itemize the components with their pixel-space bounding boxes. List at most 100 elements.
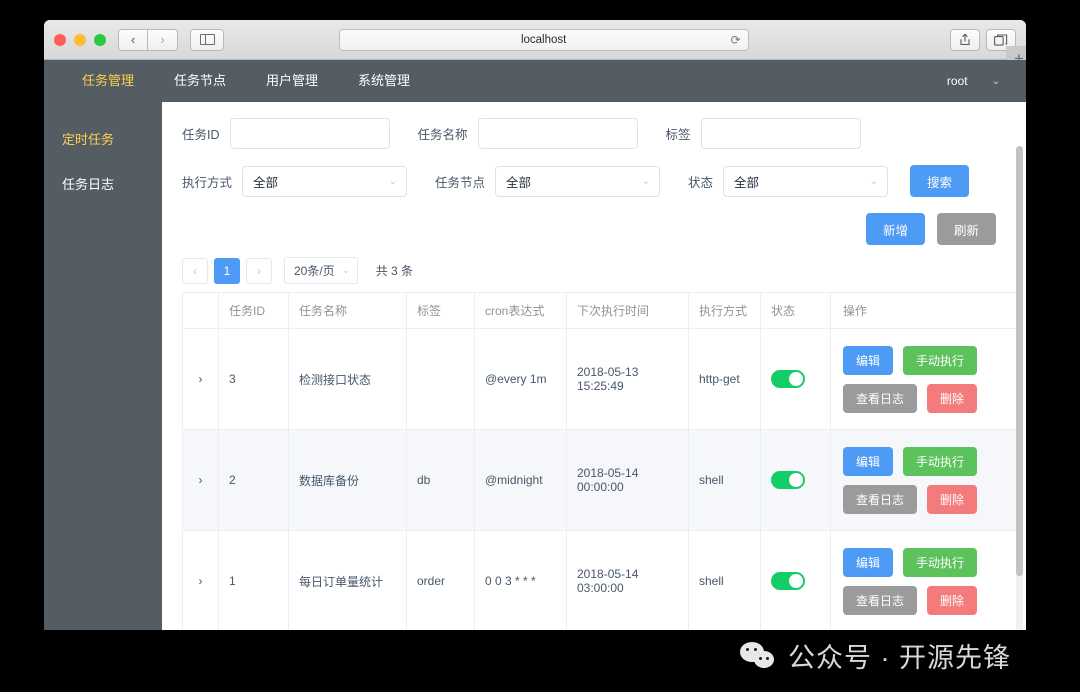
- cell-tag: db: [407, 430, 475, 530]
- cell-task-id: 2: [219, 430, 289, 530]
- window-controls: [54, 33, 106, 46]
- watermark: 公众号 · 开源先锋: [740, 636, 1011, 675]
- chevron-down-icon: ⌄: [342, 265, 350, 275]
- column-header-next-time: 下次执行时间: [567, 293, 689, 328]
- edit-button[interactable]: 编辑: [843, 547, 894, 577]
- add-button[interactable]: 新增: [865, 213, 925, 245]
- app-body: 定时任务 任务日志 任务ID 任务名称 标签 执行方式 全部 ⌄ 任务节点 全部…: [44, 102, 1026, 630]
- delete-button[interactable]: 删除: [927, 484, 978, 514]
- browser-titlebar: ‹ › localhost ⟳ +: [44, 20, 1026, 72]
- field-tag: 标签: [666, 118, 861, 149]
- search-input-task-name[interactable]: [477, 118, 638, 149]
- expand-row-icon[interactable]: ›: [183, 531, 219, 630]
- maximize-window-button[interactable]: [94, 33, 106, 46]
- search-input-task-id[interactable]: [229, 118, 390, 149]
- filter-row-selects: 执行方式 全部 ⌄ 任务节点 全部 ⌄ 状态 全部 ⌄ 搜索: [182, 165, 1006, 197]
- table-row[interactable]: › 1 每日订单量统计 order 0 0 3 * * * 2018-05-14…: [183, 531, 1021, 630]
- field-exec-mode: 执行方式 全部 ⌄: [182, 165, 408, 197]
- column-header-task-id: 任务ID: [219, 293, 289, 328]
- cell-next-time: 2018-05-14 00:00:00: [567, 430, 689, 530]
- cell-cron: @every 1m: [475, 329, 567, 429]
- select-exec-mode-value: 全部: [253, 175, 279, 190]
- nav-item-system-management[interactable]: 系统管理: [338, 60, 430, 102]
- nav-item-user-management[interactable]: 用户管理: [246, 60, 338, 102]
- user-menu[interactable]: root ⌄: [947, 74, 1026, 88]
- sidebar-item-task-logs[interactable]: 任务日志: [44, 161, 162, 206]
- delete-button[interactable]: 删除: [927, 585, 978, 615]
- refresh-button[interactable]: 刷新: [936, 213, 996, 245]
- delete-button[interactable]: 删除: [927, 383, 978, 413]
- sidebar-item-scheduled-tasks[interactable]: 定时任务: [44, 116, 162, 161]
- table-row[interactable]: › 2 数据库备份 db @midnight 2018-05-14 00:00:…: [183, 430, 1021, 531]
- chevron-down-icon: ⌄: [388, 175, 398, 187]
- expand-row-icon[interactable]: ›: [183, 430, 219, 530]
- label-status: 状态: [688, 175, 714, 190]
- label-task-id: 任务ID: [182, 128, 220, 142]
- cell-operations: 编辑 手动执行 查看日志 删除: [831, 531, 1021, 630]
- cell-task-name: 检测接口状态: [289, 329, 407, 429]
- status-toggle[interactable]: [771, 572, 805, 590]
- address-bar[interactable]: localhost ⟳: [338, 28, 749, 51]
- watermark-text: 公众号 · 开源先锋: [788, 643, 1011, 673]
- address-bar-text: localhost: [520, 33, 567, 46]
- view-log-button[interactable]: 查看日志: [843, 383, 918, 413]
- cell-next-time: 2018-05-14 03:00:00: [567, 531, 689, 630]
- select-exec-mode[interactable]: 全部 ⌄: [242, 165, 408, 197]
- page-size-select[interactable]: 20条/页 ⌄: [284, 257, 358, 284]
- close-window-button[interactable]: [54, 33, 66, 46]
- nav-item-task-node[interactable]: 任务节点: [154, 60, 246, 102]
- view-log-button[interactable]: 查看日志: [843, 484, 918, 514]
- column-header-expand: [183, 293, 219, 328]
- share-icon[interactable]: [949, 28, 980, 51]
- table-row[interactable]: › 3 检测接口状态 @every 1m 2018-05-13 15:25:49…: [183, 329, 1021, 430]
- cell-tag: order: [407, 531, 475, 630]
- chevron-down-icon: ⌄: [869, 175, 879, 187]
- cell-status: [761, 531, 831, 630]
- scrollbar-thumb[interactable]: [1016, 146, 1023, 576]
- label-task-name: 任务名称: [417, 128, 468, 142]
- view-log-button[interactable]: 查看日志: [843, 585, 918, 615]
- user-name-label: root: [946, 74, 968, 88]
- search-button[interactable]: 搜索: [910, 165, 970, 197]
- chevron-down-icon: ⌄: [641, 175, 651, 187]
- pagination-next-button[interactable]: ›: [246, 257, 272, 284]
- top-navigation: 任务管理 任务节点 用户管理 系统管理 root ⌄: [44, 60, 1026, 102]
- pagination: ‹ 1 › 20条/页 ⌄ 共 3 条: [182, 257, 1006, 284]
- forward-icon[interactable]: ›: [148, 28, 178, 51]
- manual-execute-button[interactable]: 手动执行: [903, 547, 978, 577]
- cell-tag: [407, 329, 475, 429]
- main-content: 任务ID 任务名称 标签 执行方式 全部 ⌄ 任务节点 全部 ⌄ 状态 全部 ⌄…: [162, 102, 1026, 630]
- column-header-tag: 标签: [407, 293, 475, 328]
- back-icon[interactable]: ‹: [118, 28, 148, 51]
- field-task-name: 任务名称: [418, 118, 638, 149]
- select-task-node[interactable]: 全部 ⌄: [495, 165, 661, 197]
- status-toggle[interactable]: [771, 471, 805, 489]
- cell-task-name: 数据库备份: [289, 430, 407, 530]
- expand-row-icon[interactable]: ›: [183, 329, 219, 429]
- status-toggle[interactable]: [771, 370, 805, 388]
- sidebar: 定时任务 任务日志: [44, 102, 162, 630]
- browser-window: ‹ › localhost ⟳ + 任务管理 任务节点 用户管理 系统管理 ro…: [44, 20, 1026, 630]
- app-root: 任务管理 任务节点 用户管理 系统管理 root ⌄ 定时任务 任务日志 任务I…: [44, 60, 1026, 630]
- column-header-cron: cron表达式: [475, 293, 567, 328]
- search-input-tag[interactable]: [700, 118, 861, 149]
- nav-item-task-management[interactable]: 任务管理: [62, 60, 154, 102]
- reload-icon[interactable]: ⟳: [731, 33, 741, 47]
- field-task-node: 任务节点 全部 ⌄: [435, 165, 661, 197]
- select-status[interactable]: 全部 ⌄: [723, 165, 889, 197]
- navigation-buttons: ‹ ›: [118, 28, 178, 51]
- field-task-id: 任务ID: [182, 118, 390, 149]
- pagination-prev-button[interactable]: ‹: [182, 257, 208, 284]
- filter-row-text-inputs: 任务ID 任务名称 标签: [182, 118, 1006, 149]
- cell-operations: 编辑 手动执行 查看日志 删除: [831, 329, 1021, 429]
- manual-execute-button[interactable]: 手动执行: [903, 345, 978, 375]
- cell-cron: 0 0 3 * * *: [475, 531, 567, 630]
- manual-execute-button[interactable]: 手动执行: [903, 446, 978, 476]
- sidebar-toggle-icon[interactable]: [190, 28, 224, 51]
- pagination-page-1[interactable]: 1: [214, 257, 240, 284]
- minimize-window-button[interactable]: [74, 33, 86, 46]
- edit-button[interactable]: 编辑: [843, 345, 894, 375]
- page-size-value: 20条/页: [294, 264, 335, 278]
- edit-button[interactable]: 编辑: [843, 446, 894, 476]
- vertical-scrollbar[interactable]: [1016, 146, 1023, 630]
